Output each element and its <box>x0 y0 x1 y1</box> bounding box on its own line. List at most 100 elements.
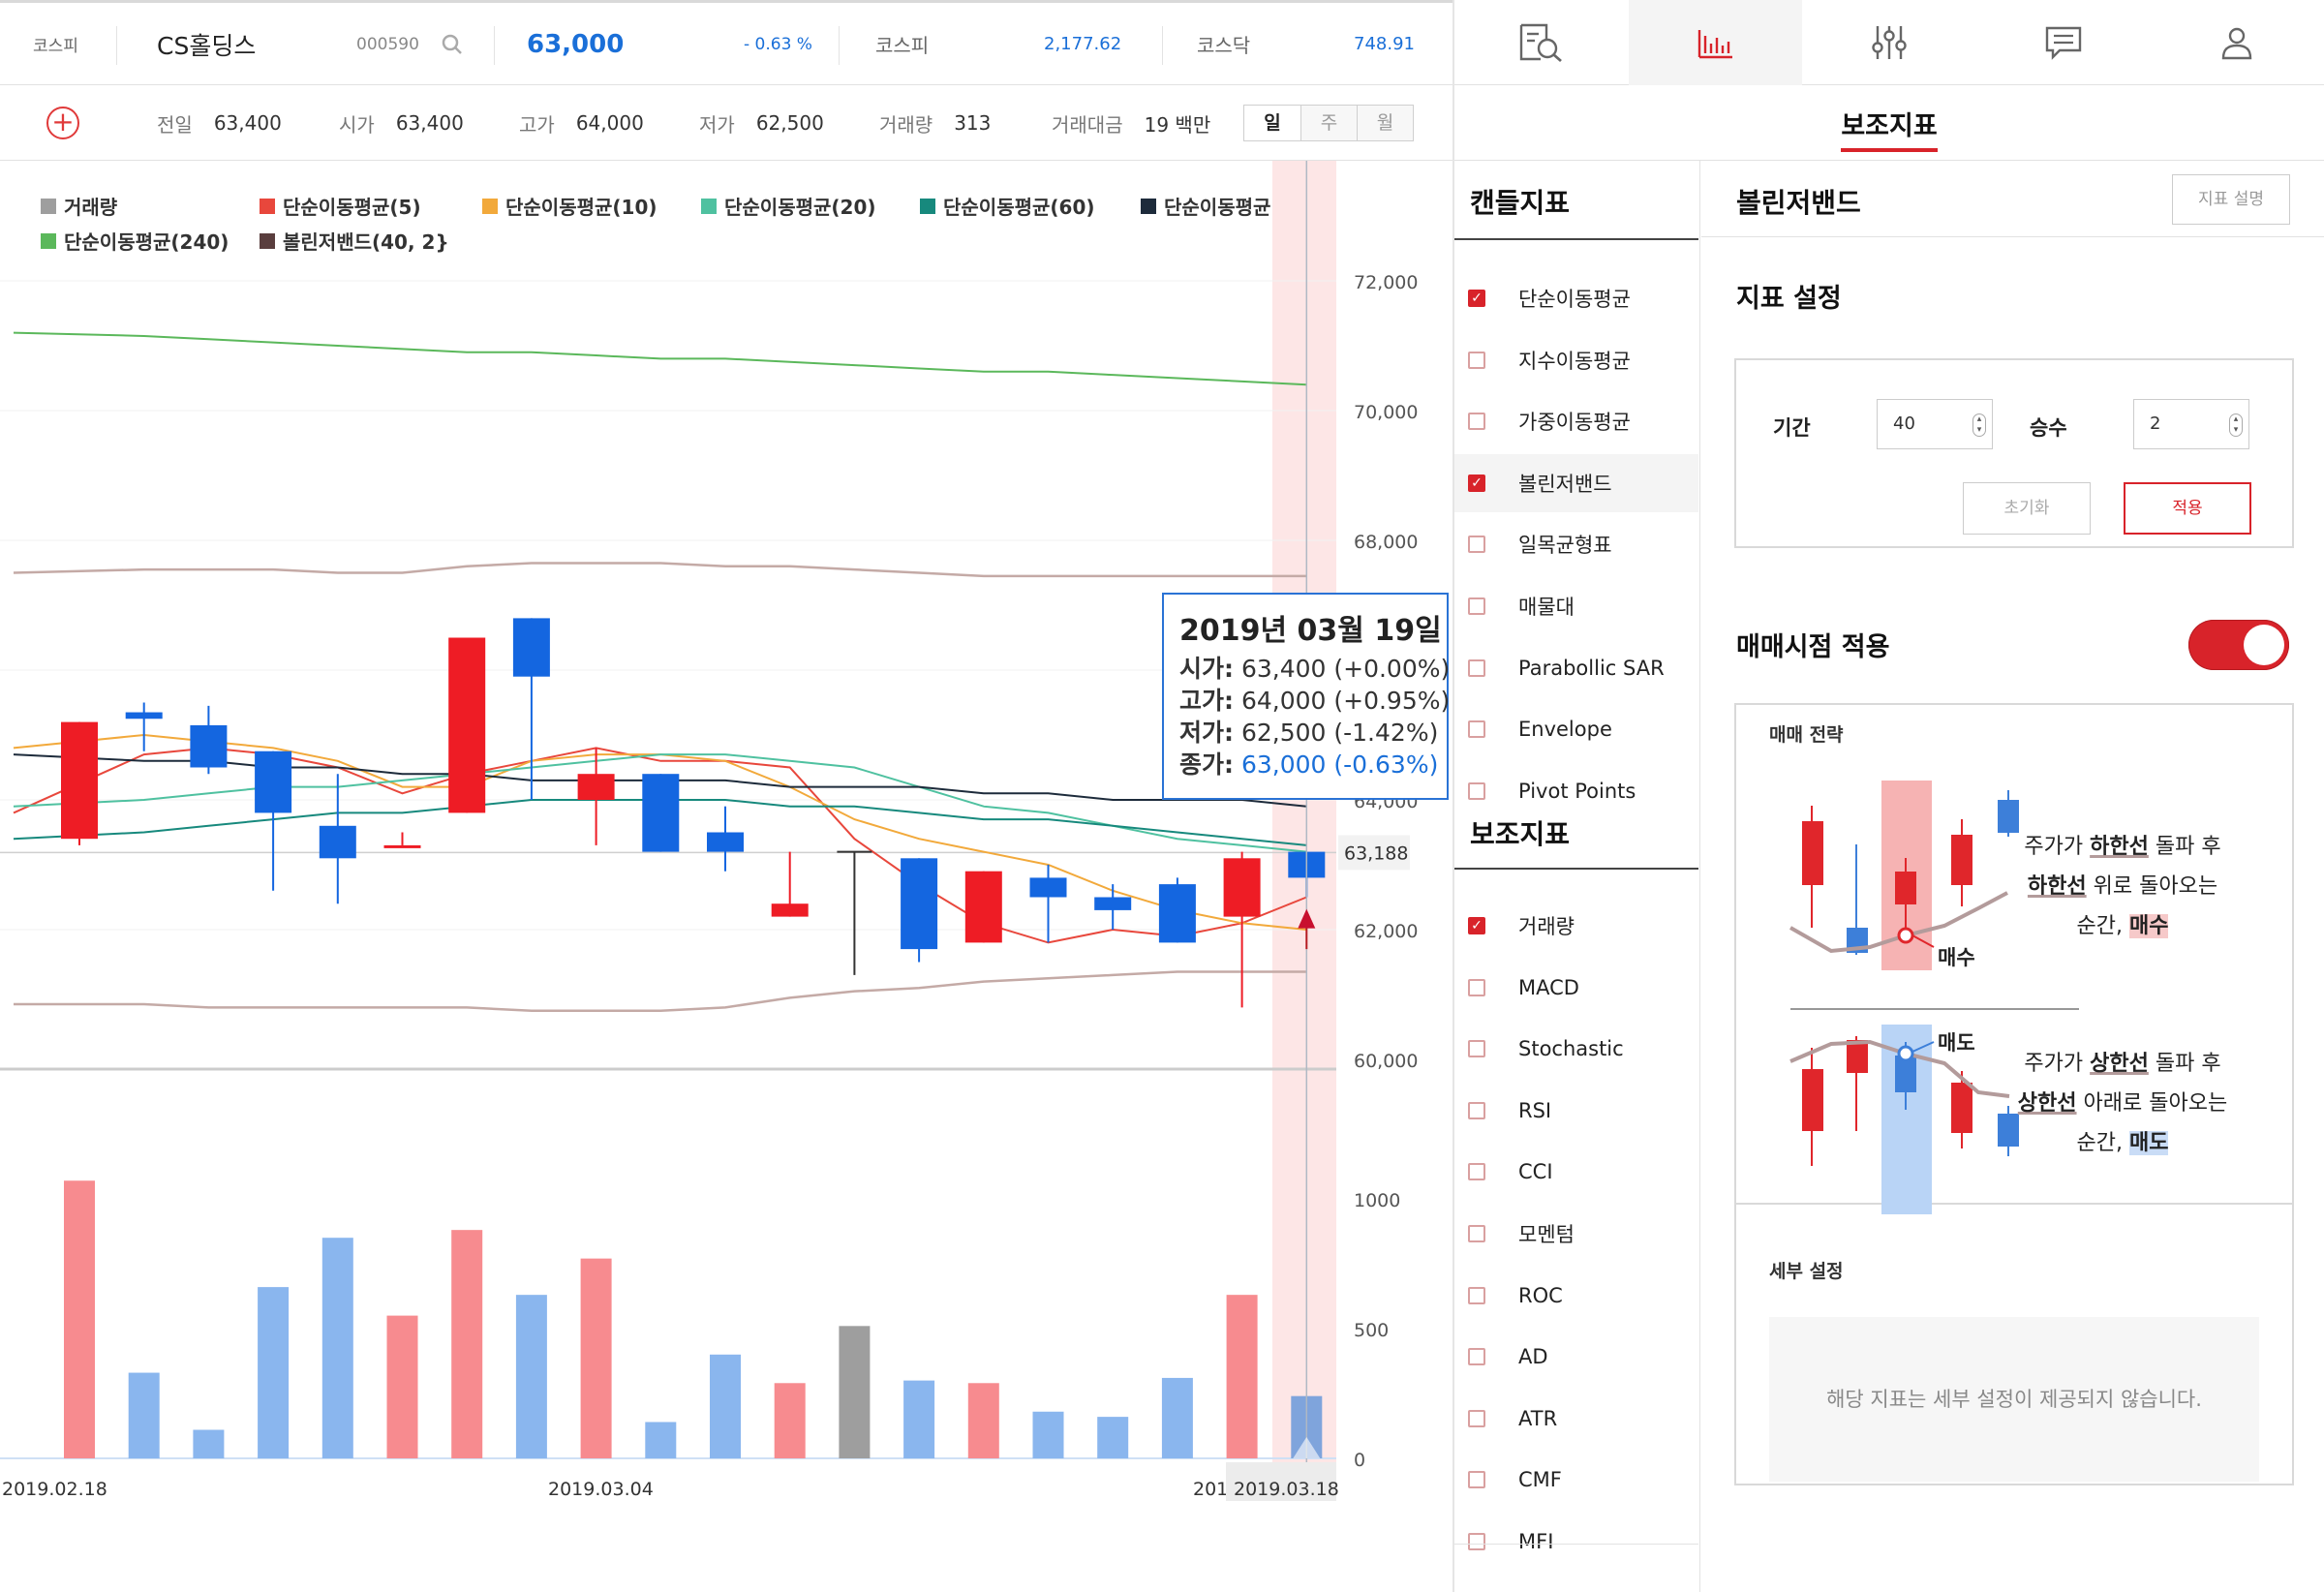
indicator-label: 볼린저밴드 <box>1518 472 1612 496</box>
reset-button[interactable]: 초기화 <box>1963 482 2091 535</box>
indicator-checkbox[interactable] <box>1468 413 1485 431</box>
tooltip-high-label: 고가: <box>1179 687 1234 715</box>
indicator-checkbox[interactable] <box>1468 1533 1485 1550</box>
indicator-item[interactable]: MFI <box>1454 1513 1698 1571</box>
indicator-checkbox[interactable] <box>1468 720 1485 739</box>
indicator-label: MACD <box>1518 975 1579 999</box>
toggle-knob <box>2244 625 2284 665</box>
period-stepper[interactable]: ▴ ▾ <box>1972 413 1986 437</box>
search-icon[interactable] <box>440 3 465 85</box>
indicator-item[interactable]: MACD <box>1454 959 1698 1017</box>
indicator-item[interactable]: ✓ 단순이동평균 <box>1454 269 1698 327</box>
high-label: 고가 <box>519 112 555 137</box>
indicator-item[interactable]: 지수이동평균 <box>1454 331 1698 389</box>
indicator-item[interactable]: Stochastic <box>1454 1020 1698 1078</box>
indicator-item[interactable]: 일목균형표 <box>1454 515 1698 573</box>
tooltip-low-value: 62,500 (-1.42%) <box>1240 719 1439 747</box>
sliders-icon[interactable] <box>1802 0 1976 85</box>
quote-bar: 코스피 CS홀딩스 000590 63,000 - 0.63 % 코스피 2,1… <box>0 0 1452 85</box>
period-week-button[interactable]: 주 <box>1300 106 1357 140</box>
indicator-checkbox[interactable] <box>1468 1040 1485 1058</box>
indicator-checkbox[interactable]: ✓ <box>1468 917 1485 934</box>
indicator-checkbox[interactable] <box>1468 658 1485 677</box>
multiplier-input[interactable]: 2 ▴ ▾ <box>2133 399 2249 449</box>
indicator-item[interactable]: Parabollic SAR <box>1454 639 1698 697</box>
indicator-checkbox[interactable] <box>1468 978 1485 996</box>
indicator-checkbox[interactable] <box>1468 1286 1485 1304</box>
sell-strategy-text: 주가가 상한선 돌파 후 상한선 아래로 돌아오는 순간, 매도 <box>2017 1052 2228 1155</box>
price-chart[interactable]: 72,00070,00068,00064,00062,00060,00063,1… <box>0 161 1452 1526</box>
volume-value: 313 <box>954 111 992 135</box>
candle-body <box>125 712 163 719</box>
parameter-box: 기간 40 ▴ ▾ 승수 2 ▴ ▾ 초기화 적용 <box>1734 358 2294 548</box>
candle-body <box>707 832 744 852</box>
index2-name: 코스닥 <box>1197 34 1251 57</box>
indicator-checkbox[interactable] <box>1468 1101 1485 1119</box>
indicator-item[interactable]: ✓ 거래량 <box>1454 897 1698 955</box>
indicator-checkbox[interactable] <box>1468 536 1485 554</box>
apply-button[interactable]: 적용 <box>2124 482 2251 535</box>
candle-body <box>190 724 228 768</box>
user-icon[interactable] <box>2150 0 2324 85</box>
indicator-item[interactable]: Envelope <box>1454 700 1698 758</box>
index1-value: 2,177.62 <box>1044 34 1122 54</box>
indicator-checkbox[interactable] <box>1468 1225 1485 1242</box>
indicator-item[interactable]: 매물대 <box>1454 577 1698 635</box>
current-price-label: 63,188 <box>1344 842 1408 864</box>
period-month-button[interactable]: 월 <box>1357 106 1413 140</box>
indicator-description-button[interactable]: 지표 설명 <box>2172 174 2290 225</box>
candle-body <box>319 825 356 859</box>
tooltip-close-value: 63,000 (-0.63%) <box>1240 750 1439 779</box>
indicator-item[interactable]: RSI <box>1454 1082 1698 1140</box>
indicator-item[interactable]: ✓ 볼린저밴드 <box>1454 453 1698 512</box>
volume-bar <box>1161 1377 1193 1458</box>
indicator-checkbox[interactable]: ✓ <box>1468 290 1485 307</box>
signal-toggle[interactable] <box>2188 620 2289 670</box>
stock-name[interactable]: CS홀딩스 <box>157 3 256 85</box>
x-axis-label: 2019.02.18 <box>2 1479 107 1500</box>
candle-body <box>448 637 486 813</box>
indicator-item[interactable]: AD <box>1454 1328 1698 1386</box>
indicator-item[interactable]: ROC <box>1454 1267 1698 1325</box>
volume-bar <box>1097 1417 1129 1458</box>
volume-bar <box>64 1180 95 1458</box>
chart-bars-icon[interactable] <box>1628 0 1803 85</box>
price-axis-label: 68,000 <box>1354 532 1418 553</box>
period-selector: 일 주 월 <box>1243 105 1414 141</box>
indicator-label: CCI <box>1518 1160 1553 1184</box>
indicator-item[interactable]: CMF <box>1454 1451 1698 1509</box>
buy-marker-label: 매수 <box>1938 946 1975 969</box>
indicator-checkbox[interactable] <box>1468 597 1485 615</box>
volume-bar <box>967 1383 999 1458</box>
period-input[interactable]: 40 ▴ ▾ <box>1877 399 1993 449</box>
price-axis-label: 60,000 <box>1354 1051 1418 1072</box>
indicator-checkbox[interactable] <box>1468 1348 1485 1366</box>
indicator-item[interactable]: 가중이동평균 <box>1454 392 1698 450</box>
indicator-item[interactable]: Pivot Points <box>1454 762 1698 820</box>
indicator-checkbox[interactable] <box>1468 781 1485 800</box>
volume-bar <box>128 1372 160 1458</box>
volume-bar <box>710 1354 741 1458</box>
indicator-item[interactable]: ATR <box>1454 1390 1698 1448</box>
indicator-checkbox[interactable]: ✓ <box>1468 474 1485 492</box>
indicator-label: 모멘텀 <box>1518 1223 1575 1246</box>
indicator-label: 가중이동평균 <box>1518 411 1631 435</box>
price-axis-label: 62,000 <box>1354 921 1418 942</box>
indicator-item[interactable]: 모멘텀 <box>1454 1205 1698 1263</box>
panel-tabbar <box>1454 0 2324 85</box>
stock-search-icon[interactable] <box>1454 0 1629 85</box>
indicator-checkbox[interactable] <box>1468 1471 1485 1489</box>
indicator-checkbox[interactable] <box>1468 351 1485 369</box>
open-value: 63,400 <box>395 111 464 135</box>
indicator-checkbox[interactable] <box>1468 1163 1485 1181</box>
tooltip-low-label: 저가: <box>1179 719 1234 747</box>
indicator-checkbox[interactable] <box>1468 1409 1485 1427</box>
period-day-button[interactable]: 일 <box>1244 106 1300 140</box>
indicator-item[interactable]: CCI <box>1454 1143 1698 1201</box>
index2-value: 748.91 <box>1354 34 1415 54</box>
multiplier-stepper[interactable]: ▴ ▾ <box>2229 413 2243 437</box>
volume-bar <box>386 1315 418 1458</box>
add-indicator-button[interactable]: + <box>46 107 79 139</box>
message-icon[interactable] <box>1976 0 2151 85</box>
indicator-label: ROC <box>1518 1283 1563 1307</box>
